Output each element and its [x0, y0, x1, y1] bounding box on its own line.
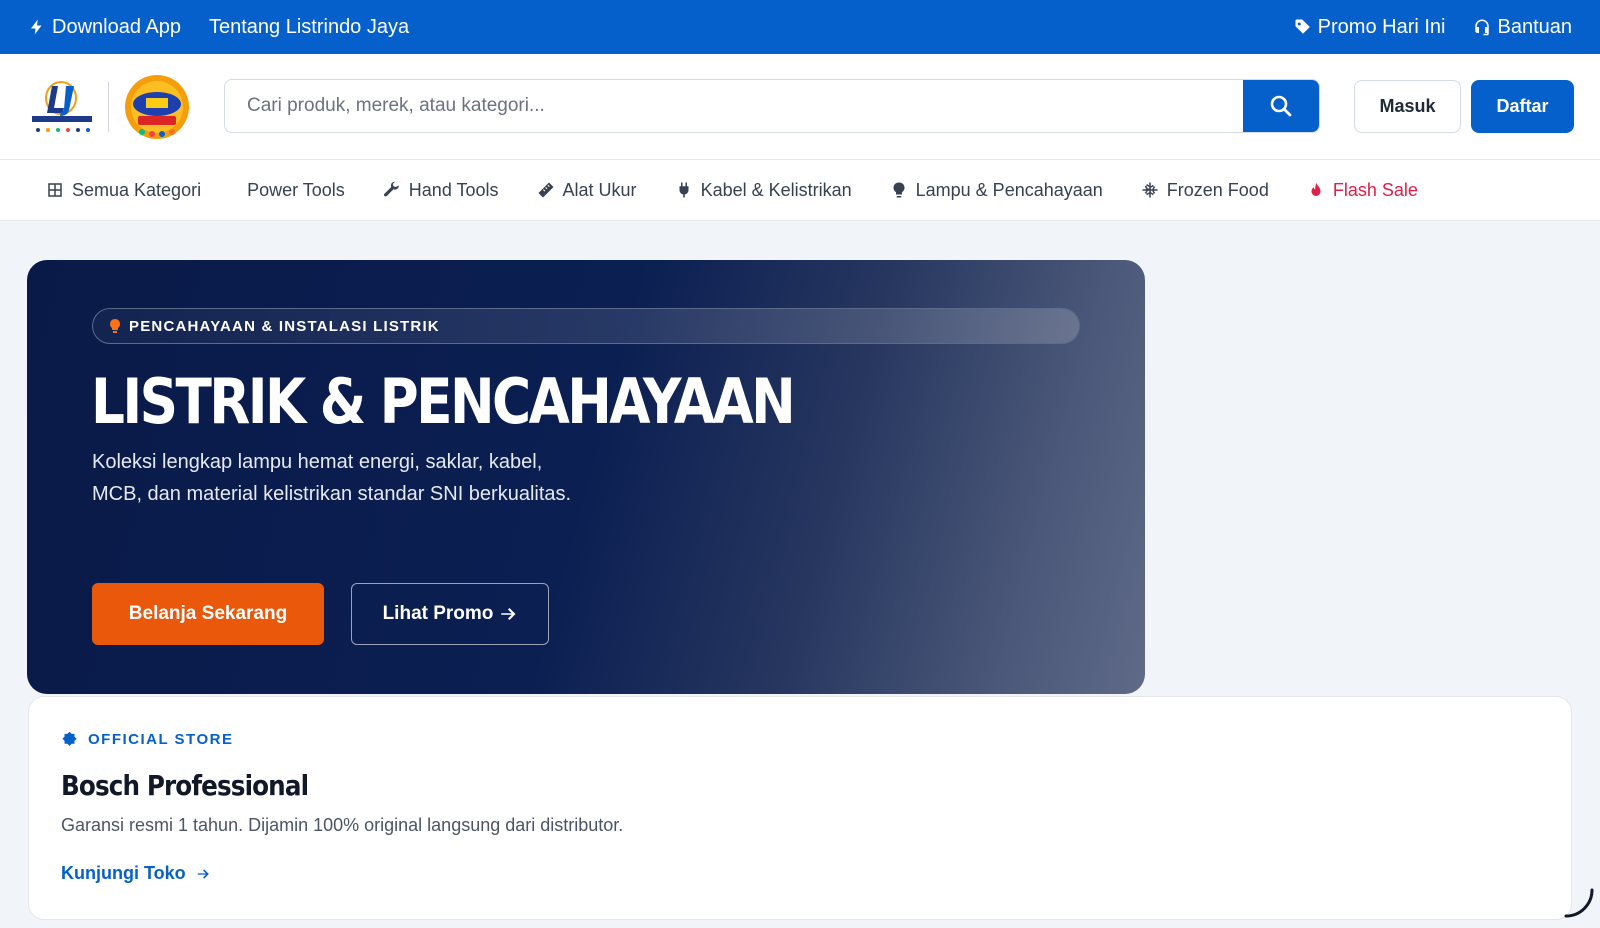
store-description: Garansi resmi 1 tahun. Dijamin 100% orig…: [61, 815, 624, 835]
bolt-icon: [31, 19, 42, 35]
search-input[interactable]: [225, 80, 1245, 132]
promo-label: Promo Hari Ini: [1317, 15, 1446, 38]
wrench-icon: [383, 181, 399, 197]
about-label: Tentang Listrindo Jaya: [208, 15, 410, 38]
grid-icon: [48, 183, 62, 197]
category-power-tools[interactable]: Power Tools: [247, 180, 345, 201]
category-flash-sale[interactable]: Flash Sale: [1307, 180, 1418, 201]
about-link[interactable]: Tentang Listrindo Jaya: [209, 16, 409, 39]
official-store-card: OFFICIAL STORE Bosch Professional Garans…: [28, 696, 1572, 920]
help-link[interactable]: Bantuan: [1473, 16, 1572, 39]
hero-banner: PENCAHAYAAN & INSTALASI LISTRIK LISTRIK …: [27, 260, 1145, 694]
category-label: Semua Kategori: [72, 179, 202, 200]
category-label: Lampu & Pencahayaan: [915, 179, 1103, 200]
plug-icon: [679, 182, 689, 198]
download-app-label: Download App: [52, 15, 181, 38]
hero-description: Koleksi lengkap lampu hemat energi, sakl…: [92, 451, 572, 505]
top-bar: Download App Tentang Listrindo Jaya Prom…: [0, 0, 1600, 54]
hero-tag-label: PENCAHAYAAN & INSTALASI LISTRIK: [129, 317, 440, 335]
ruler-icon: [538, 182, 554, 198]
header: Masuk Daftar: [0, 54, 1600, 160]
arrow-right-icon: [197, 868, 209, 879]
logo-divider: [108, 82, 109, 132]
official-store-text: OFFICIAL STORE: [88, 731, 234, 748]
arrow-right-icon: [501, 608, 516, 620]
official-store-label: OFFICIAL STORE: [61, 731, 233, 748]
visit-store-link[interactable]: Kunjungi Toko: [61, 863, 210, 884]
help-label: Bantuan: [1497, 15, 1572, 38]
store-name: Bosch Professional: [61, 769, 309, 802]
hero-title: LISTRIK & PENCAHAYAAN: [91, 365, 796, 438]
category-all[interactable]: Semua Kategori: [46, 180, 201, 201]
category-label: Flash Sale: [1332, 179, 1418, 200]
shop-now-button[interactable]: Belanja Sekarang: [92, 583, 324, 645]
category-label: Alat Ukur: [562, 179, 637, 200]
category-nav: Semua Kategori Power Tools Hand Tools Al…: [0, 160, 1600, 221]
visit-store-label: Kunjungi Toko: [61, 863, 186, 883]
login-button[interactable]: Masuk: [1354, 80, 1461, 133]
view-promo-button[interactable]: Lihat Promo: [351, 583, 549, 645]
category-frozen-food[interactable]: Frozen Food: [1141, 180, 1269, 201]
hero-tag: PENCAHAYAAN & INSTALASI LISTRIK: [92, 308, 1080, 344]
snowflake-icon: [1142, 182, 1158, 198]
view-promo-label: Lihat Promo: [382, 603, 494, 624]
quin-nusantara-logo[interactable]: [122, 72, 192, 142]
category-label: Kabel & Kelistrikan: [700, 179, 852, 200]
search-icon: [1270, 95, 1292, 117]
register-button[interactable]: Daftar: [1471, 80, 1574, 133]
category-label: Frozen Food: [1166, 179, 1269, 200]
category-label: Hand Tools: [408, 179, 499, 200]
lightbulb-icon: [110, 319, 120, 333]
fire-icon: [1311, 182, 1321, 196]
category-alat-ukur[interactable]: Alat Ukur: [537, 180, 637, 201]
promo-link[interactable]: Promo Hari Ini: [1294, 15, 1446, 39]
download-app-link[interactable]: Download App: [28, 16, 181, 39]
lightbulb-icon: [893, 182, 905, 198]
search-button[interactable]: [1243, 80, 1319, 132]
category-label: Power Tools: [247, 179, 345, 200]
loading-spinner-icon: [1564, 888, 1594, 918]
verified-badge-icon: [62, 731, 77, 746]
tag-icon: [1295, 19, 1310, 34]
category-lampu[interactable]: Lampu & Pencahayaan: [890, 180, 1103, 201]
listrindo-jaya-logo[interactable]: [30, 78, 94, 136]
headset-icon: [1475, 19, 1490, 36]
category-kabel[interactable]: Kabel & Kelistrikan: [675, 180, 852, 201]
category-hand-tools[interactable]: Hand Tools: [383, 180, 499, 201]
search-bar: [224, 79, 1320, 133]
